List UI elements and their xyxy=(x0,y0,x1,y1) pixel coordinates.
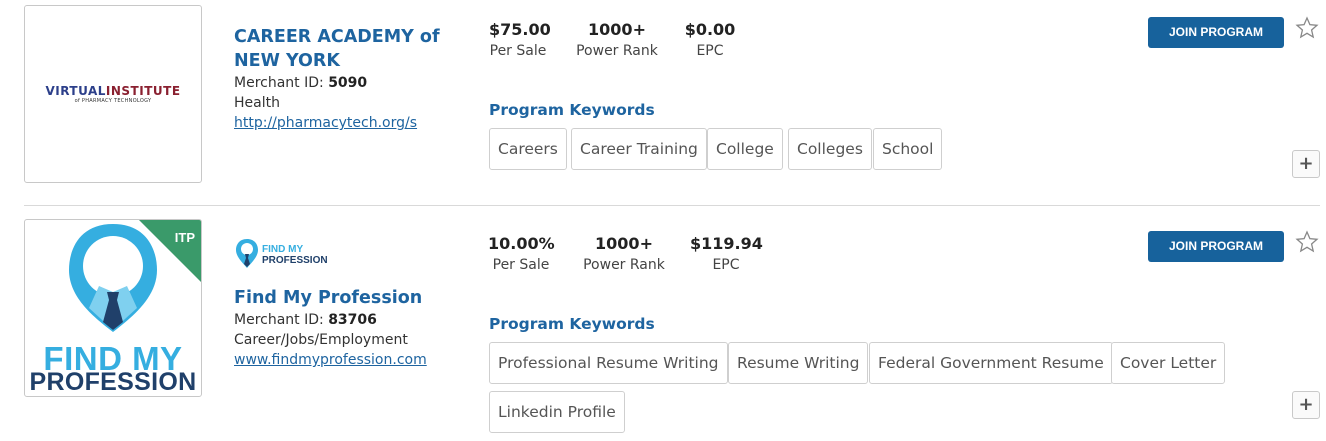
logo-text: PROFESSION xyxy=(262,255,328,266)
keyword-tag[interactable]: Cover Letter xyxy=(1111,342,1226,384)
stat-epc: $119.94 EPC xyxy=(690,233,763,277)
logo-text: PROFESSION xyxy=(29,368,197,396)
keyword-tag[interactable]: College xyxy=(707,128,783,170)
stat-label: Per Sale xyxy=(489,43,547,59)
stat-label: EPC xyxy=(696,43,724,59)
location-pin-icon xyxy=(236,239,258,268)
merchant-url-link[interactable]: www.findmyprofession.com xyxy=(234,350,469,370)
stat-per-sale: $75.00 Per Sale xyxy=(489,19,551,63)
merchant-id-label: Merchant ID: xyxy=(234,312,324,328)
expand-plus-button[interactable]: + xyxy=(1292,391,1320,419)
stat-label: Power Rank xyxy=(583,257,665,273)
favorite-star-icon[interactable] xyxy=(1295,16,1319,40)
logo-subtext: of PHARMACY TECHNOLOGY xyxy=(74,98,152,104)
program-listing: VIRTUALINSTITUTE of PHARMACY TECHNOLOGY … xyxy=(0,0,1326,206)
small-logo-text: FIND MY PROFESSION xyxy=(262,244,328,266)
program-listing: ITP FIND MY PROFESSION FIND MY PROFESSIO… xyxy=(0,206,1326,441)
keyword-tag[interactable]: Resume Writing xyxy=(728,342,869,384)
keyword-tag[interactable]: Federal Government Resume xyxy=(869,342,1113,384)
program-keywords-title: Program Keywords xyxy=(489,315,655,333)
stat-value: 1000+ xyxy=(595,234,653,253)
keyword-tag[interactable]: School xyxy=(873,128,943,170)
merchant-name-link[interactable]: Find My Profession xyxy=(234,286,469,310)
keyword-tag[interactable]: Linkedin Profile xyxy=(489,391,625,433)
merchant-id-label: Merchant ID: xyxy=(234,75,324,91)
stat-label: EPC xyxy=(712,257,740,273)
join-program-button[interactable]: JOIN PROGRAM xyxy=(1148,17,1284,48)
merchant-category: Health xyxy=(234,95,280,111)
find-my-profession-logo: ITP FIND MY PROFESSION xyxy=(25,220,201,396)
logo-text: INSTITUTE xyxy=(105,84,181,98)
virtual-institute-logo: VIRTUALINSTITUTE of PHARMACY TECHNOLOGY xyxy=(25,84,201,104)
merchant-category: Career/Jobs/Employment xyxy=(234,332,408,348)
merchant-logo[interactable]: ITP FIND MY PROFESSION xyxy=(24,219,202,397)
stat-epc: $0.00 EPC xyxy=(680,19,740,63)
join-program-button[interactable]: JOIN PROGRAM xyxy=(1148,231,1284,262)
program-keywords-title: Program Keywords xyxy=(489,101,655,119)
stat-value: 1000+ xyxy=(588,20,646,39)
stat-value: 10.00% xyxy=(488,234,555,253)
stat-value: $75.00 xyxy=(489,20,551,39)
stat-value: $119.94 xyxy=(690,234,763,253)
logo-text: FIND MY xyxy=(262,244,304,255)
expand-plus-button[interactable]: + xyxy=(1292,150,1320,178)
keyword-tag[interactable]: Colleges xyxy=(788,128,872,170)
keyword-tag[interactable]: Professional Resume Writing xyxy=(489,342,728,384)
merchant-id-value: 5090 xyxy=(328,75,368,91)
itp-badge-label: ITP xyxy=(174,230,195,245)
favorite-star-icon[interactable] xyxy=(1295,230,1319,254)
merchant-id: Merchant ID: 5090 xyxy=(234,73,469,93)
stat-power-rank: 1000+ Power Rank xyxy=(572,19,662,63)
keyword-tag[interactable]: Careers xyxy=(489,128,567,170)
merchant-name-link[interactable]: CAREER ACADEMY of NEW YORK xyxy=(234,25,469,73)
merchant-info: CAREER ACADEMY of NEW YORK Merchant ID: … xyxy=(234,25,469,133)
keyword-tag[interactable]: Career Training xyxy=(571,128,707,170)
stat-label: Power Rank xyxy=(576,43,658,59)
merchant-id-value: 83706 xyxy=(328,312,377,328)
merchant-url-link[interactable]: http://pharmacytech.org/s xyxy=(234,113,469,133)
stat-label: Per Sale xyxy=(492,257,550,273)
stat-per-sale: 10.00% Per Sale xyxy=(488,233,555,277)
stat-value: $0.00 xyxy=(684,20,736,39)
find-my-profession-small-logo: FIND MY PROFESSION xyxy=(234,238,354,274)
stat-power-rank: 1000+ Power Rank xyxy=(579,233,669,277)
merchant-id: Merchant ID: 83706 xyxy=(234,310,469,330)
merchant-logo[interactable]: VIRTUALINSTITUTE of PHARMACY TECHNOLOGY xyxy=(24,5,202,183)
logo-text: VIRTUAL xyxy=(45,84,106,98)
merchant-info: Find My Profession Merchant ID: 83706 Ca… xyxy=(234,286,469,370)
